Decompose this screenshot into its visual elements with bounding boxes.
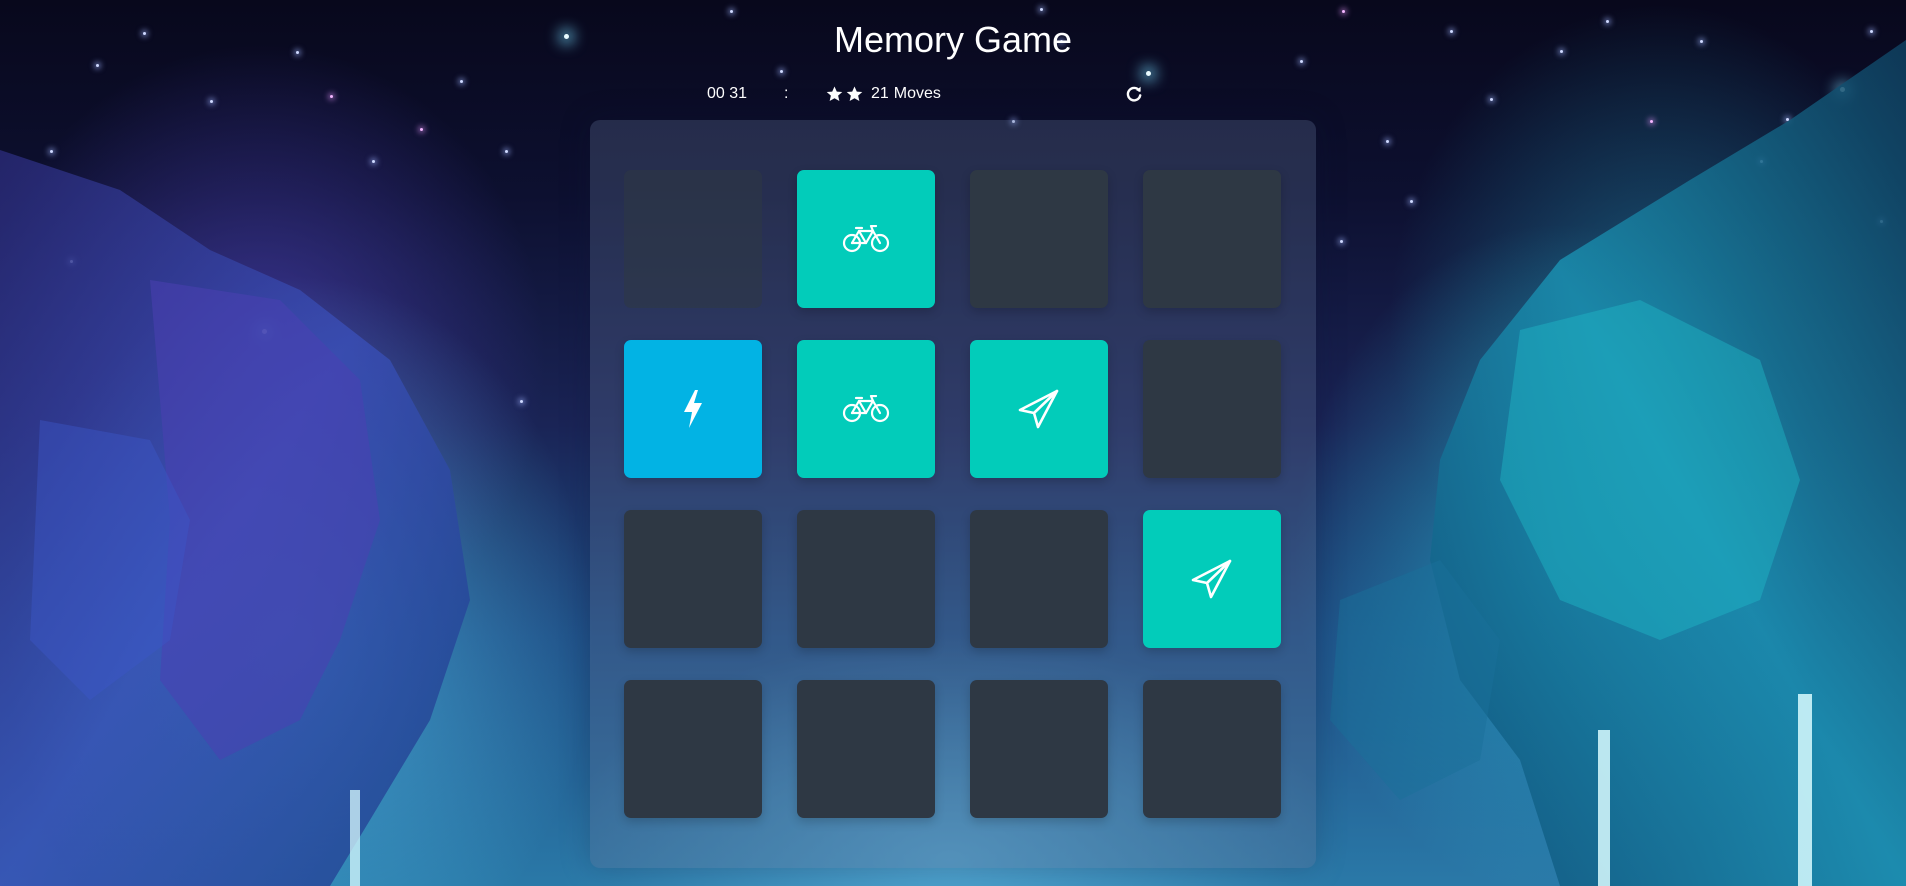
score-panel: 00 31 : 21 Moves [700,82,1143,106]
star-rating [826,86,866,102]
star-icon [826,86,843,102]
card-4-4[interactable] [1143,680,1281,818]
card-2-2[interactable] [797,340,935,478]
game-title: Memory Game [833,19,1073,60]
card-3-1[interactable] [624,510,762,648]
card-3-4[interactable] [1143,510,1281,648]
card-2-4[interactable] [1143,340,1281,478]
card-4-2[interactable] [797,680,935,818]
card-1-3[interactable] [970,170,1108,308]
timer: 00 31 [707,85,748,102]
bolt-icon [682,389,704,429]
restart-icon [1126,86,1142,102]
card-3-3[interactable] [970,510,1108,648]
card-2-1[interactable] [624,340,762,478]
card-1-4[interactable] [1143,170,1281,308]
card-1-1[interactable] [624,170,762,308]
moves-count: 21 [871,85,889,102]
card-4-3[interactable] [970,680,1108,818]
timer-separator: : [784,85,789,102]
paper-plane-icon [1018,389,1060,429]
card-1-2[interactable] [797,170,935,308]
card-deck [590,120,1316,868]
card-4-1[interactable] [624,680,762,818]
card-2-3[interactable] [970,340,1108,478]
restart-button[interactable] [1125,85,1143,103]
star-icon [846,86,863,102]
card-3-2[interactable] [797,510,935,648]
moves-counter: 21 Moves [871,82,941,106]
paper-plane-icon [1191,559,1233,599]
moves-label: Moves [893,85,941,102]
bicycle-icon [842,395,890,423]
bicycle-icon [842,225,890,253]
